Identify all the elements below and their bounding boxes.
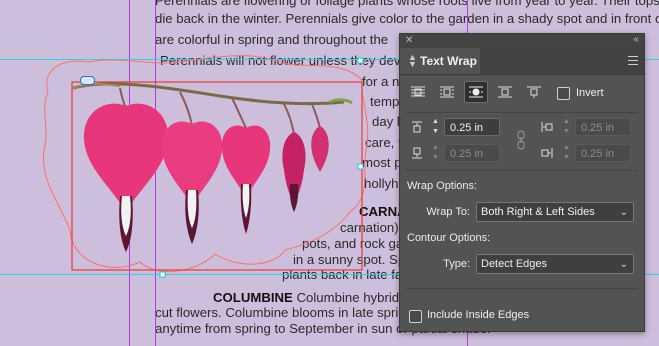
right-offset-icon bbox=[541, 148, 553, 158]
invert-label: Invert bbox=[576, 87, 604, 99]
bottom-offset-field[interactable]: 0.25 in bbox=[444, 144, 500, 162]
bounding-box-wrap-icon bbox=[440, 86, 454, 98]
frame-handle bbox=[159, 271, 166, 278]
link-offsets-icon[interactable] bbox=[516, 130, 526, 150]
top-offset-icon bbox=[412, 121, 422, 133]
no-text-wrap-button[interactable] bbox=[406, 81, 430, 103]
flower-stem bbox=[72, 82, 345, 106]
jump-object-button[interactable] bbox=[493, 81, 517, 103]
left-offset-stepper[interactable]: ▲ ▼ bbox=[562, 118, 571, 138]
frame-handle bbox=[357, 163, 364, 170]
panel-menu-icon[interactable] bbox=[628, 56, 638, 65]
panel-title: Text Wrap bbox=[420, 54, 477, 68]
wrap-options-heading: Wrap Options: bbox=[407, 180, 478, 192]
bottom-offset-stepper[interactable]: ▲ ▼ bbox=[431, 144, 440, 164]
wrap-type-buttons bbox=[400, 81, 644, 107]
top-offset-field[interactable]: 0.25 in bbox=[444, 118, 500, 136]
type-label: Type: bbox=[443, 258, 470, 270]
left-offset-field[interactable]: 0.25 in bbox=[575, 118, 631, 136]
tab-toggle-icon[interactable]: ▲ ▼ bbox=[408, 53, 417, 69]
wrap-to-value: Both Right & Left Sides bbox=[481, 206, 595, 218]
panel-tab-bar: ▲ ▼ Text Wrap bbox=[400, 48, 644, 75]
bottom-offset-icon bbox=[412, 147, 422, 159]
wrap-to-select[interactable]: Both Right & Left Sides ⌄ bbox=[476, 202, 634, 222]
wrap-object-shape-button[interactable] bbox=[464, 81, 488, 103]
divider bbox=[406, 112, 638, 113]
top-offset-stepper[interactable]: ▲ ▼ bbox=[431, 118, 440, 138]
pedicel bbox=[283, 103, 295, 135]
divider bbox=[406, 170, 638, 171]
document-canvas[interactable]: Perennials are flowering or foliage plan… bbox=[0, 0, 659, 346]
contour-type-select[interactable]: Detect Edges ⌄ bbox=[476, 254, 634, 274]
close-icon[interactable]: ✕ bbox=[405, 35, 413, 46]
wrap-bounding-box-button[interactable] bbox=[435, 81, 459, 103]
pedicel bbox=[231, 97, 247, 129]
jump-column-icon bbox=[527, 86, 541, 98]
chevron-down-icon: ⌄ bbox=[619, 207, 628, 218]
jump-object-icon bbox=[498, 86, 512, 98]
contour-options-heading: Contour Options: bbox=[407, 232, 491, 244]
object-shape-wrap-icon bbox=[469, 86, 483, 98]
tab-text-wrap[interactable]: ▲ ▼ Text Wrap bbox=[400, 48, 480, 74]
divider bbox=[406, 288, 638, 289]
pedicel bbox=[179, 91, 193, 127]
text-wrap-panel[interactable]: ✕ ‹‹ ▲ ▼ Text Wrap Invert ▲ ▼ 0.25 in ▲ … bbox=[399, 33, 645, 332]
include-inside-edges-checkbox[interactable] bbox=[409, 310, 422, 323]
jump-to-next-column-button[interactable] bbox=[522, 81, 546, 103]
chevron-down-icon: ⌄ bbox=[619, 259, 628, 270]
heart-flower bbox=[83, 103, 169, 212]
panel-title-strip[interactable]: ✕ ‹‹ bbox=[400, 34, 644, 48]
content-grabber-icon[interactable] bbox=[80, 76, 95, 85]
wrap-to-label: Wrap To: bbox=[426, 206, 470, 218]
frame-handle bbox=[357, 57, 364, 64]
pedicel bbox=[311, 103, 321, 129]
no-wrap-icon bbox=[411, 86, 425, 97]
right-offset-stepper[interactable]: ▲ ▼ bbox=[562, 144, 571, 164]
left-offset-icon bbox=[541, 122, 553, 132]
flower-bud bbox=[311, 126, 329, 172]
right-offset-field[interactable]: 0.25 in bbox=[575, 144, 631, 162]
include-inside-edges-label: Include Inside Edges bbox=[427, 309, 530, 321]
flower-inner bbox=[289, 184, 299, 212]
contour-type-value: Detect Edges bbox=[481, 258, 548, 270]
invert-checkbox[interactable] bbox=[557, 87, 570, 100]
collapse-icon[interactable]: ‹‹ bbox=[633, 34, 639, 45]
